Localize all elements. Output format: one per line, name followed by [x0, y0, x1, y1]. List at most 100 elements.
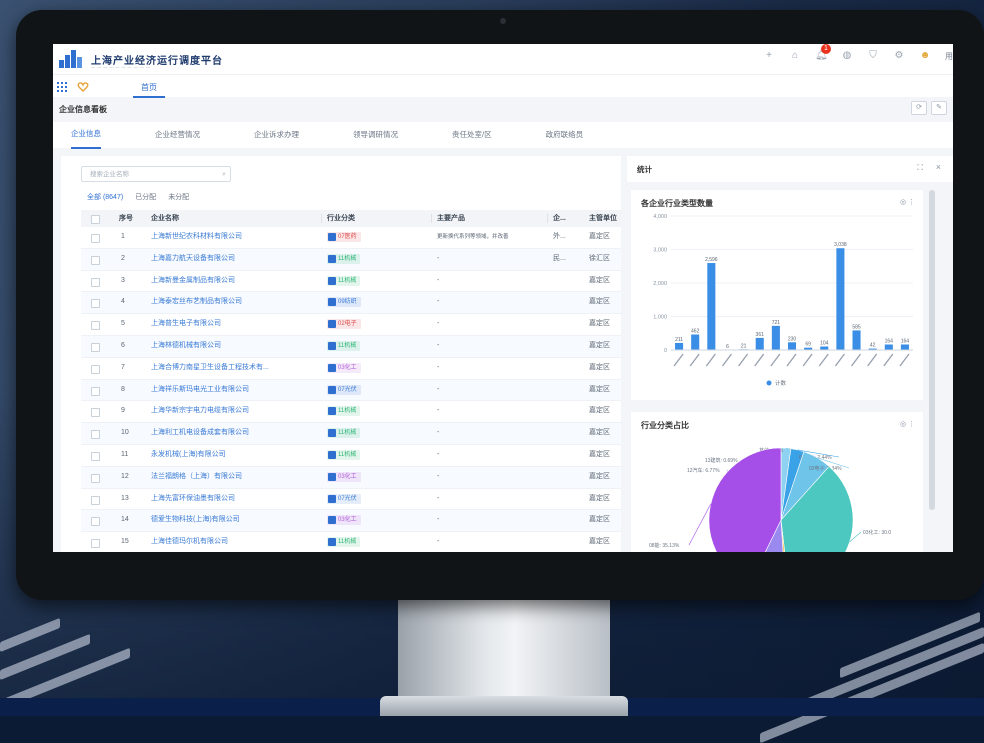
- company-name-link[interactable]: 上海林德机械有限公司: [151, 336, 319, 357]
- search-input[interactable]: 搜索企业名称 ⌕: [81, 166, 231, 182]
- tab-liaison[interactable]: 政府联络员: [546, 122, 584, 148]
- company-name-link[interactable]: 法兰福朗格（上海）有限公司: [151, 467, 319, 488]
- company-name-link[interactable]: 上海合博力南星卫生设备工程技术有...: [151, 358, 319, 379]
- close-icon[interactable]: ×: [936, 162, 941, 172]
- col-index[interactable]: 序号: [119, 210, 133, 227]
- table-row[interactable]: 14德爱生物科技(上海)有限公司03化工-嘉定区: [81, 510, 621, 532]
- bar[interactable]: [691, 335, 699, 350]
- user-name[interactable]: 用: [945, 51, 953, 62]
- company-name-link[interactable]: 上海新世纪农科材料有限公司: [151, 227, 319, 248]
- dept-cell: 嘉定区: [589, 380, 610, 401]
- industry-tag: 03化工: [327, 472, 361, 482]
- row-checkbox[interactable]: [91, 278, 100, 287]
- filter-all[interactable]: 全部 (8647): [87, 192, 123, 202]
- table-row[interactable]: 5上海普生电子有限公司02电子-嘉定区: [81, 314, 621, 336]
- gear-icon[interactable]: ⚙: [893, 50, 905, 62]
- company-name-link[interactable]: 上海利工机电设备成套有限公司: [151, 423, 319, 444]
- row-checkbox[interactable]: [91, 365, 100, 374]
- favorite-icon[interactable]: [77, 81, 89, 93]
- company-name-link[interactable]: 德爱生物科技(上海)有限公司: [151, 510, 319, 531]
- avatar[interactable]: ☻: [919, 50, 931, 62]
- tab-requests[interactable]: 企业诉求办理: [254, 122, 299, 148]
- tab-visits[interactable]: 领导调研情况: [353, 122, 398, 148]
- table-row[interactable]: 7上海合博力南星卫生设备工程技术有...03化工-嘉定区: [81, 358, 621, 380]
- table-row[interactable]: 11永发机械(上海)有限公司11机械-嘉定区: [81, 445, 621, 467]
- table-row[interactable]: 10上海利工机电设备成套有限公司11机械-嘉定区: [81, 423, 621, 445]
- tab-operations[interactable]: 企业经营情况: [155, 122, 200, 148]
- filter-assigned[interactable]: 已分配: [135, 192, 156, 202]
- bar[interactable]: [772, 326, 780, 350]
- bar[interactable]: [836, 248, 844, 350]
- company-name-link[interactable]: 永发机械(上海)有限公司: [151, 445, 319, 466]
- bar-value-label: 104: [820, 341, 829, 347]
- pie-label: 13建筑: 0.69%: [705, 457, 738, 464]
- table-row[interactable]: 1上海新世纪农科材料有限公司07医药更新换代系列等领域，并改善外...嘉定区: [81, 227, 621, 249]
- bar[interactable]: [853, 330, 861, 350]
- shield-icon[interactable]: ⛉: [867, 50, 879, 62]
- row-checkbox[interactable]: [91, 256, 100, 265]
- company-name-link[interactable]: 上海嘉力航天设备有限公司: [151, 249, 319, 270]
- table-row[interactable]: 2上海嘉力航天设备有限公司11机械-民...徐汇区: [81, 249, 621, 271]
- select-all-checkbox[interactable]: [91, 215, 100, 224]
- tab-responsible[interactable]: 责任处室/区: [452, 122, 492, 148]
- tab-company-info[interactable]: 企业信息: [71, 121, 101, 149]
- globe-icon[interactable]: ◍: [841, 50, 853, 62]
- table-row[interactable]: 8上海祥乐斯玛电光工业有限公司07光伏-嘉定区: [81, 380, 621, 402]
- row-checkbox[interactable]: [91, 387, 100, 396]
- row-checkbox[interactable]: [91, 496, 100, 505]
- company-name-link[interactable]: 上海新曼金属制品有限公司: [151, 271, 319, 292]
- bar[interactable]: [707, 263, 715, 350]
- add-icon[interactable]: +: [763, 50, 775, 62]
- table-row[interactable]: 12法兰福朗格（上海）有限公司03化工-嘉定区: [81, 467, 621, 489]
- menu-grid-icon[interactable]: [57, 82, 67, 92]
- col-name[interactable]: 企业名称: [151, 210, 179, 227]
- row-checkbox[interactable]: [91, 234, 100, 243]
- company-name-link[interactable]: 上海佳德玛尔机有限公司: [151, 532, 319, 552]
- bar[interactable]: [885, 345, 893, 350]
- row-checkbox[interactable]: [91, 517, 100, 526]
- pie-label-line: [689, 504, 711, 545]
- row-checkbox[interactable]: [91, 343, 100, 352]
- table-row[interactable]: 3上海新曼金属制品有限公司11机械-嘉定区: [81, 271, 621, 293]
- refresh-icon[interactable]: ⟳: [911, 101, 927, 115]
- table-row[interactable]: 9上海华新宗宇电力电缆有限公司11机械-嘉定区: [81, 401, 621, 423]
- company-name-link[interactable]: 上海祥乐斯玛电光工业有限公司: [151, 380, 319, 401]
- filter-unassigned[interactable]: 未分配: [168, 192, 189, 202]
- x-tick-label: [884, 354, 893, 366]
- bar[interactable]: [901, 345, 909, 350]
- col-product[interactable]: 主要产品: [437, 210, 465, 227]
- bar-value-label: 164: [901, 339, 910, 345]
- row-checkbox[interactable]: [91, 430, 100, 439]
- table-row[interactable]: 4上海泰宏丝布艺制品有限公司09纺织-嘉定区: [81, 292, 621, 314]
- company-name-link[interactable]: 上海先富环保油墨有限公司: [151, 489, 319, 510]
- col-industry[interactable]: 行业分类: [327, 210, 355, 227]
- filter-tabs: 全部 (8647) 已分配 未分配: [87, 192, 189, 202]
- x-tick-label: [674, 354, 683, 366]
- bar[interactable]: [675, 343, 683, 350]
- industry-cell: 11机械: [327, 401, 360, 422]
- row-checkbox[interactable]: [91, 474, 100, 483]
- row-checkbox[interactable]: [91, 299, 100, 308]
- row-checkbox[interactable]: [91, 452, 100, 461]
- table-row[interactable]: 13上海先富环保油墨有限公司07光伏-嘉定区: [81, 489, 621, 511]
- row-checkbox[interactable]: [91, 408, 100, 417]
- tab-home[interactable]: 首页: [133, 79, 165, 98]
- company-name-link[interactable]: 上海华新宗宇电力电缆有限公司: [151, 401, 319, 422]
- row-checkbox[interactable]: [91, 539, 100, 548]
- expand-icon[interactable]: ⛶: [917, 163, 923, 173]
- bar[interactable]: [820, 347, 828, 350]
- bell-icon[interactable]: 🔔︎ 1: [815, 50, 827, 62]
- col-dept[interactable]: 主管单位: [589, 210, 617, 227]
- table-row[interactable]: 6上海林德机械有限公司11机械-嘉定区: [81, 336, 621, 358]
- bar[interactable]: [788, 342, 796, 350]
- stats-scrollbar[interactable]: [929, 190, 935, 510]
- edit-icon[interactable]: ✎: [931, 101, 947, 115]
- home-icon[interactable]: ⌂: [789, 50, 801, 62]
- bar[interactable]: [756, 338, 764, 350]
- table-row[interactable]: 15上海佳德玛尔机有限公司11机械-嘉定区: [81, 532, 621, 552]
- company-name-link[interactable]: 上海泰宏丝布艺制品有限公司: [151, 292, 319, 313]
- industry-tag: 11机械: [327, 450, 360, 460]
- row-checkbox[interactable]: [91, 321, 100, 330]
- col-type[interactable]: 企...: [553, 210, 566, 227]
- company-name-link[interactable]: 上海普生电子有限公司: [151, 314, 319, 335]
